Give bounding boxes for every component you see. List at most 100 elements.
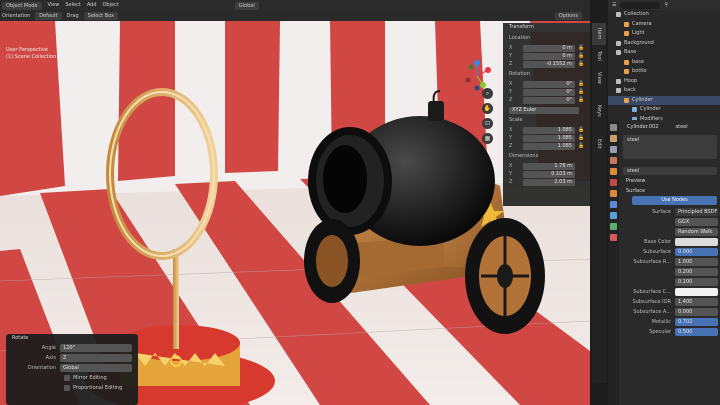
menu-add[interactable]: Add bbox=[87, 0, 97, 11]
tool-tab-icon[interactable] bbox=[610, 124, 617, 131]
use-nodes-button[interactable]: Use Nodes bbox=[632, 196, 717, 205]
shader-input-value[interactable]: 0.000 bbox=[675, 248, 718, 256]
scale-label: Scale bbox=[509, 117, 523, 123]
operator-header[interactable]: Rotate bbox=[6, 334, 138, 343]
transform-header[interactable]: Transform bbox=[503, 23, 590, 32]
options-button[interactable]: Options bbox=[554, 12, 582, 20]
modifier-tab-icon[interactable] bbox=[610, 201, 617, 208]
shader-input-value[interactable]: 0.200 bbox=[675, 268, 718, 276]
outliner-row[interactable]: Light bbox=[608, 29, 720, 39]
rot-z-label: Z bbox=[509, 97, 513, 103]
surface-shader-field[interactable]: Principled BSDF bbox=[675, 208, 718, 216]
outliner-row[interactable]: Hoop bbox=[608, 77, 720, 87]
rot-y-field[interactable]: 0° bbox=[523, 88, 575, 96]
scene-tab-icon[interactable] bbox=[610, 168, 617, 175]
mirror-checkbox[interactable] bbox=[64, 375, 70, 381]
lock-icon[interactable]: 🔓 bbox=[578, 61, 584, 67]
display-mode-icon[interactable]: ☰ bbox=[612, 2, 616, 8]
orientation-dropdown[interactable]: Default bbox=[35, 12, 62, 20]
rotation-label: Rotation bbox=[509, 71, 530, 77]
outliner-row[interactable]: Cylinder bbox=[608, 95, 720, 105]
gizmo-z-axis[interactable] bbox=[474, 60, 480, 66]
preview-panel-header[interactable]: Preview bbox=[620, 176, 720, 186]
physics-tab-icon[interactable] bbox=[610, 223, 617, 230]
lock-icon[interactable]: 🔓 bbox=[578, 127, 584, 133]
outliner-item-label: Background bbox=[624, 39, 654, 46]
angle-field[interactable]: 120° bbox=[60, 344, 132, 352]
material-tab-icon[interactable] bbox=[610, 234, 617, 241]
shader-inputs: Base Color Subsurface 0.000 Subsurface R...… bbox=[620, 237, 720, 337]
shader-input-value[interactable]: 1.400 bbox=[675, 298, 718, 306]
outliner-row[interactable]: bottle bbox=[608, 67, 720, 77]
scale-y-field[interactable]: 1.085 bbox=[523, 134, 575, 142]
surface-panel-header[interactable]: Surface bbox=[620, 186, 720, 196]
rot-x-field[interactable]: 0° bbox=[523, 80, 575, 88]
dim-x-field[interactable]: 1.76 m bbox=[523, 162, 575, 170]
tab-tool[interactable]: Tool bbox=[592, 45, 606, 67]
distribution-dropdown[interactable]: GGX bbox=[675, 218, 718, 226]
outliner-search-input[interactable] bbox=[620, 1, 661, 9]
axis-dropdown[interactable]: Z bbox=[60, 354, 132, 362]
mode-dropdown[interactable]: Object Mode bbox=[2, 1, 42, 10]
rotation-mode-dropdown[interactable]: XYZ Euler bbox=[509, 106, 579, 114]
material-slot-list[interactable]: steel bbox=[623, 135, 717, 159]
menu-view[interactable]: View bbox=[48, 0, 60, 11]
lock-icon[interactable]: 🔓 bbox=[578, 135, 584, 141]
filter-icon[interactable]: ⚲ bbox=[664, 2, 668, 8]
outliner-item-icon bbox=[624, 31, 629, 37]
lock-icon[interactable]: 🔓 bbox=[578, 143, 584, 149]
3d-viewport[interactable]: User Perspective (1) Scene Collection | … bbox=[0, 21, 590, 405]
tab-edit[interactable]: Edit bbox=[592, 133, 606, 155]
menu-object[interactable]: Object bbox=[103, 0, 119, 11]
outliner-row[interactable]: back bbox=[608, 86, 720, 96]
drag-dropdown[interactable]: Select Box bbox=[83, 12, 118, 20]
render-tab-icon[interactable] bbox=[610, 135, 617, 142]
outliner-row[interactable]: base bbox=[608, 58, 720, 68]
shader-input-value[interactable]: 0.000 bbox=[675, 308, 718, 316]
dim-y-field[interactable]: 0.103 m bbox=[523, 170, 575, 178]
tab-item[interactable]: Item bbox=[592, 23, 606, 45]
zoom-icon[interactable]: ⌕ bbox=[482, 88, 493, 99]
grid-icon[interactable]: ▦ bbox=[482, 133, 493, 144]
outliner-row[interactable]: Camera bbox=[608, 20, 720, 30]
world-tab-icon[interactable] bbox=[610, 179, 617, 186]
loc-x-field[interactable]: 0 m bbox=[523, 44, 575, 52]
outliner-row[interactable]: Collection bbox=[608, 10, 720, 20]
outliner-row[interactable]: Background bbox=[608, 39, 720, 49]
object-tab-icon[interactable] bbox=[610, 190, 617, 197]
loc-z-field[interactable]: -0.1552 m bbox=[523, 60, 575, 68]
outliner-row[interactable]: Base bbox=[608, 48, 720, 58]
lock-icon[interactable]: 🔓 bbox=[578, 97, 584, 103]
transform-orientation-dropdown[interactable]: Global bbox=[234, 1, 259, 10]
shader-input-value[interactable]: 1.000 bbox=[675, 258, 718, 266]
scale-x-field[interactable]: 1.085 bbox=[523, 126, 575, 134]
rot-z-field[interactable]: 0° bbox=[523, 96, 575, 104]
orientation-dropdown[interactable]: Global bbox=[60, 364, 132, 372]
view-layer-tab-icon[interactable] bbox=[610, 157, 617, 164]
pan-hand-icon[interactable]: ✋ bbox=[482, 103, 493, 114]
shader-input-value[interactable] bbox=[675, 288, 718, 296]
shader-input-value[interactable]: 0.100 bbox=[675, 278, 718, 286]
material-name-field[interactable]: steel bbox=[623, 167, 717, 175]
mirror-label: Mirror Editing bbox=[73, 375, 107, 381]
shader-input-value[interactable] bbox=[675, 238, 718, 246]
scale-x-label: X bbox=[509, 127, 513, 133]
output-tab-icon[interactable] bbox=[610, 146, 617, 153]
particles-tab-icon[interactable] bbox=[610, 212, 617, 219]
subsurface-method-dropdown[interactable]: Random Walk bbox=[675, 228, 718, 236]
lock-icon[interactable]: 🔓 bbox=[578, 89, 584, 95]
lock-icon[interactable]: 🔓 bbox=[578, 53, 584, 59]
lock-icon[interactable]: 🔓 bbox=[578, 81, 584, 87]
shader-input-value[interactable]: 0.702 bbox=[675, 318, 718, 326]
proportional-checkbox[interactable] bbox=[64, 385, 70, 391]
scale-z-field[interactable]: 1.085 bbox=[523, 142, 575, 150]
camera-view-icon[interactable]: ⊡ bbox=[482, 118, 493, 129]
shader-input-value[interactable]: 0.500 bbox=[675, 328, 718, 336]
gizmo-x-axis[interactable] bbox=[485, 67, 491, 73]
loc-y-field[interactable]: 0 m bbox=[523, 52, 575, 60]
dim-z-field[interactable]: 2.03 m bbox=[523, 178, 575, 186]
menu-select[interactable]: Select bbox=[65, 0, 80, 11]
tab-view[interactable]: View bbox=[592, 67, 606, 89]
lock-icon[interactable]: 🔓 bbox=[578, 45, 584, 51]
outliner-row[interactable]: Cylinder bbox=[608, 105, 720, 115]
